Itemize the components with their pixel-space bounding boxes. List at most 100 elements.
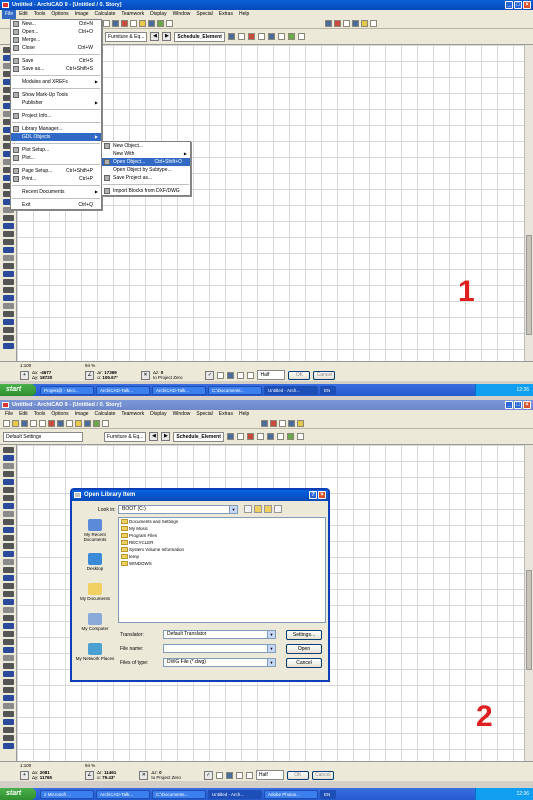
menu-item-plot[interactable]: Plot... xyxy=(11,154,101,162)
filename-field[interactable]: ▼ xyxy=(163,644,276,653)
menu-item-close[interactable]: Close Ctrl+W xyxy=(11,44,101,52)
infobox-icon[interactable] xyxy=(287,33,295,40)
snap-icon[interactable] xyxy=(215,771,223,779)
ok-button[interactable]: OK xyxy=(286,770,309,780)
toolbox-tool-icon[interactable] xyxy=(3,463,14,469)
infobox-icon[interactable] xyxy=(247,33,255,40)
toolbar-icon[interactable] xyxy=(157,20,164,27)
toolbox-tool-icon[interactable] xyxy=(3,695,14,701)
menu-calculate[interactable]: Calculate xyxy=(92,10,119,19)
schedule-field[interactable]: Schedule_Element xyxy=(173,431,224,442)
toolbox-tool-icon[interactable] xyxy=(3,559,14,565)
toolbar-icon[interactable] xyxy=(270,420,277,427)
menu-window[interactable]: Window xyxy=(170,410,194,419)
toolbar-icon[interactable] xyxy=(121,20,128,27)
infobox-icon[interactable] xyxy=(286,433,294,440)
angle-icon[interactable]: ∠ xyxy=(85,370,95,380)
toolbox-tool-icon[interactable] xyxy=(3,295,14,301)
toolbar-icon[interactable] xyxy=(297,420,304,427)
back-icon[interactable] xyxy=(244,505,252,513)
toolbox-tool-icon[interactable] xyxy=(3,551,14,557)
toolbox-tool-icon[interactable] xyxy=(3,231,14,237)
toolbox-tool-icon[interactable] xyxy=(3,711,14,717)
place-my-documents[interactable]: My Documents xyxy=(75,583,115,601)
toolbox-tool-icon[interactable] xyxy=(3,487,14,493)
taskbar-button[interactable]: Projekt@ - Micr... xyxy=(40,385,94,395)
toolbar-icon[interactable] xyxy=(66,420,73,427)
chevron-down-icon[interactable]: ▼ xyxy=(267,645,275,652)
place-my-computer[interactable]: My Computer xyxy=(75,613,115,631)
list-item[interactable]: RECYCLER xyxy=(119,539,325,546)
toolbar-icon[interactable] xyxy=(352,20,359,27)
toolbox-tool-icon[interactable] xyxy=(3,327,14,333)
toolbar-icon[interactable] xyxy=(261,420,268,427)
toolbox-tool-icon[interactable] xyxy=(3,687,14,693)
menu-item-new-with[interactable]: New With ▶ xyxy=(102,150,190,158)
snap-icon[interactable] xyxy=(235,771,243,779)
toolbox-tool-icon[interactable] xyxy=(3,623,14,629)
infobox-icon[interactable] xyxy=(297,33,305,40)
menu-file[interactable]: File xyxy=(2,410,16,419)
next-button[interactable]: ▶ xyxy=(161,432,171,441)
toolbar-icon[interactable] xyxy=(139,20,146,27)
menu-item-markup[interactable]: Show Mark-Up Tools xyxy=(11,91,101,99)
toolbox-tool-icon[interactable] xyxy=(3,671,14,677)
toolbox-tool-icon[interactable] xyxy=(3,575,14,581)
toolbox-tool-icon[interactable] xyxy=(3,447,14,453)
menu-item-exit[interactable]: Exit Ctrl+Q xyxy=(11,201,101,209)
menu-image[interactable]: Image xyxy=(72,10,92,19)
menu-item-gdl-objects[interactable]: GDL Objects ▶ xyxy=(11,133,101,141)
menu-item-save-as[interactable]: Save as... Ctrl+Shift+S xyxy=(11,65,101,73)
file-list[interactable]: Documents and Settings My Music Program … xyxy=(118,517,326,623)
snap-icon[interactable] xyxy=(217,371,225,379)
toolbar-icon[interactable] xyxy=(3,420,10,427)
default-settings-field[interactable]: Default Settings xyxy=(3,431,83,442)
maximize-button[interactable]: □ xyxy=(514,1,522,9)
tracker-icon[interactable]: + xyxy=(20,770,29,780)
prev-button[interactable]: ◀ xyxy=(149,432,159,441)
toolbar-icon[interactable] xyxy=(21,420,28,427)
list-item[interactable]: WINDOWS xyxy=(119,560,325,567)
taskbar-button[interactable]: ArchiCAD-Talk... xyxy=(96,385,150,395)
toolbar-icon[interactable] xyxy=(166,20,173,27)
toolbar-icon[interactable] xyxy=(30,420,37,427)
infobox-icon[interactable] xyxy=(276,433,284,440)
menu-item-print[interactable]: Print... Ctrl+P xyxy=(11,175,101,183)
new-folder-icon[interactable] xyxy=(264,505,272,513)
toolbar-icon[interactable] xyxy=(12,420,19,427)
cross-icon[interactable]: ✕ xyxy=(139,770,149,780)
infobox-icon[interactable] xyxy=(236,433,244,440)
menu-options[interactable]: Options xyxy=(48,410,71,419)
menu-tools[interactable]: Tools xyxy=(31,10,49,19)
zoom-percent[interactable]: 94 % xyxy=(85,762,95,769)
toolbox-tool-icon[interactable] xyxy=(3,471,14,477)
infobox-icon[interactable] xyxy=(226,433,234,440)
toolbox-tool-icon[interactable] xyxy=(3,615,14,621)
toolbox-tool-icon[interactable] xyxy=(3,479,14,485)
filetype-combo[interactable]: DWG File (*.dwg) ▼ xyxy=(163,658,276,667)
toolbar-icon[interactable] xyxy=(343,20,350,27)
close-button[interactable]: × xyxy=(523,1,531,9)
menu-display[interactable]: Display xyxy=(147,410,169,419)
language-indicator[interactable]: EN xyxy=(320,789,336,799)
toolbox-tool-icon[interactable] xyxy=(3,287,14,293)
zoom-icon[interactable] xyxy=(247,371,255,379)
toolbar-icon[interactable] xyxy=(325,20,332,27)
menu-window[interactable]: Window xyxy=(170,10,194,19)
infobox-icon[interactable] xyxy=(296,433,304,440)
toolbar-icon[interactable] xyxy=(75,420,82,427)
menu-extras[interactable]: Extras xyxy=(216,10,236,19)
list-item[interactable]: temp xyxy=(119,553,325,560)
toolbox-tool-icon[interactable] xyxy=(3,543,14,549)
prev-button[interactable]: ◀ xyxy=(150,32,160,41)
layer-field[interactable]: Half xyxy=(255,770,284,780)
ok-button[interactable]: OK xyxy=(288,370,311,380)
place-recent[interactable]: My Recent Documents xyxy=(75,519,115,542)
angle-icon[interactable]: ∠ xyxy=(85,770,95,780)
toolbox-tool-icon[interactable] xyxy=(3,519,14,525)
menu-help[interactable]: Help xyxy=(236,410,252,419)
toolbox-tool-icon[interactable] xyxy=(3,271,14,277)
toolbox-tool-icon[interactable] xyxy=(3,703,14,709)
cancel-button[interactable]: Cancel xyxy=(286,658,322,668)
list-item[interactable]: My Music xyxy=(119,525,325,532)
